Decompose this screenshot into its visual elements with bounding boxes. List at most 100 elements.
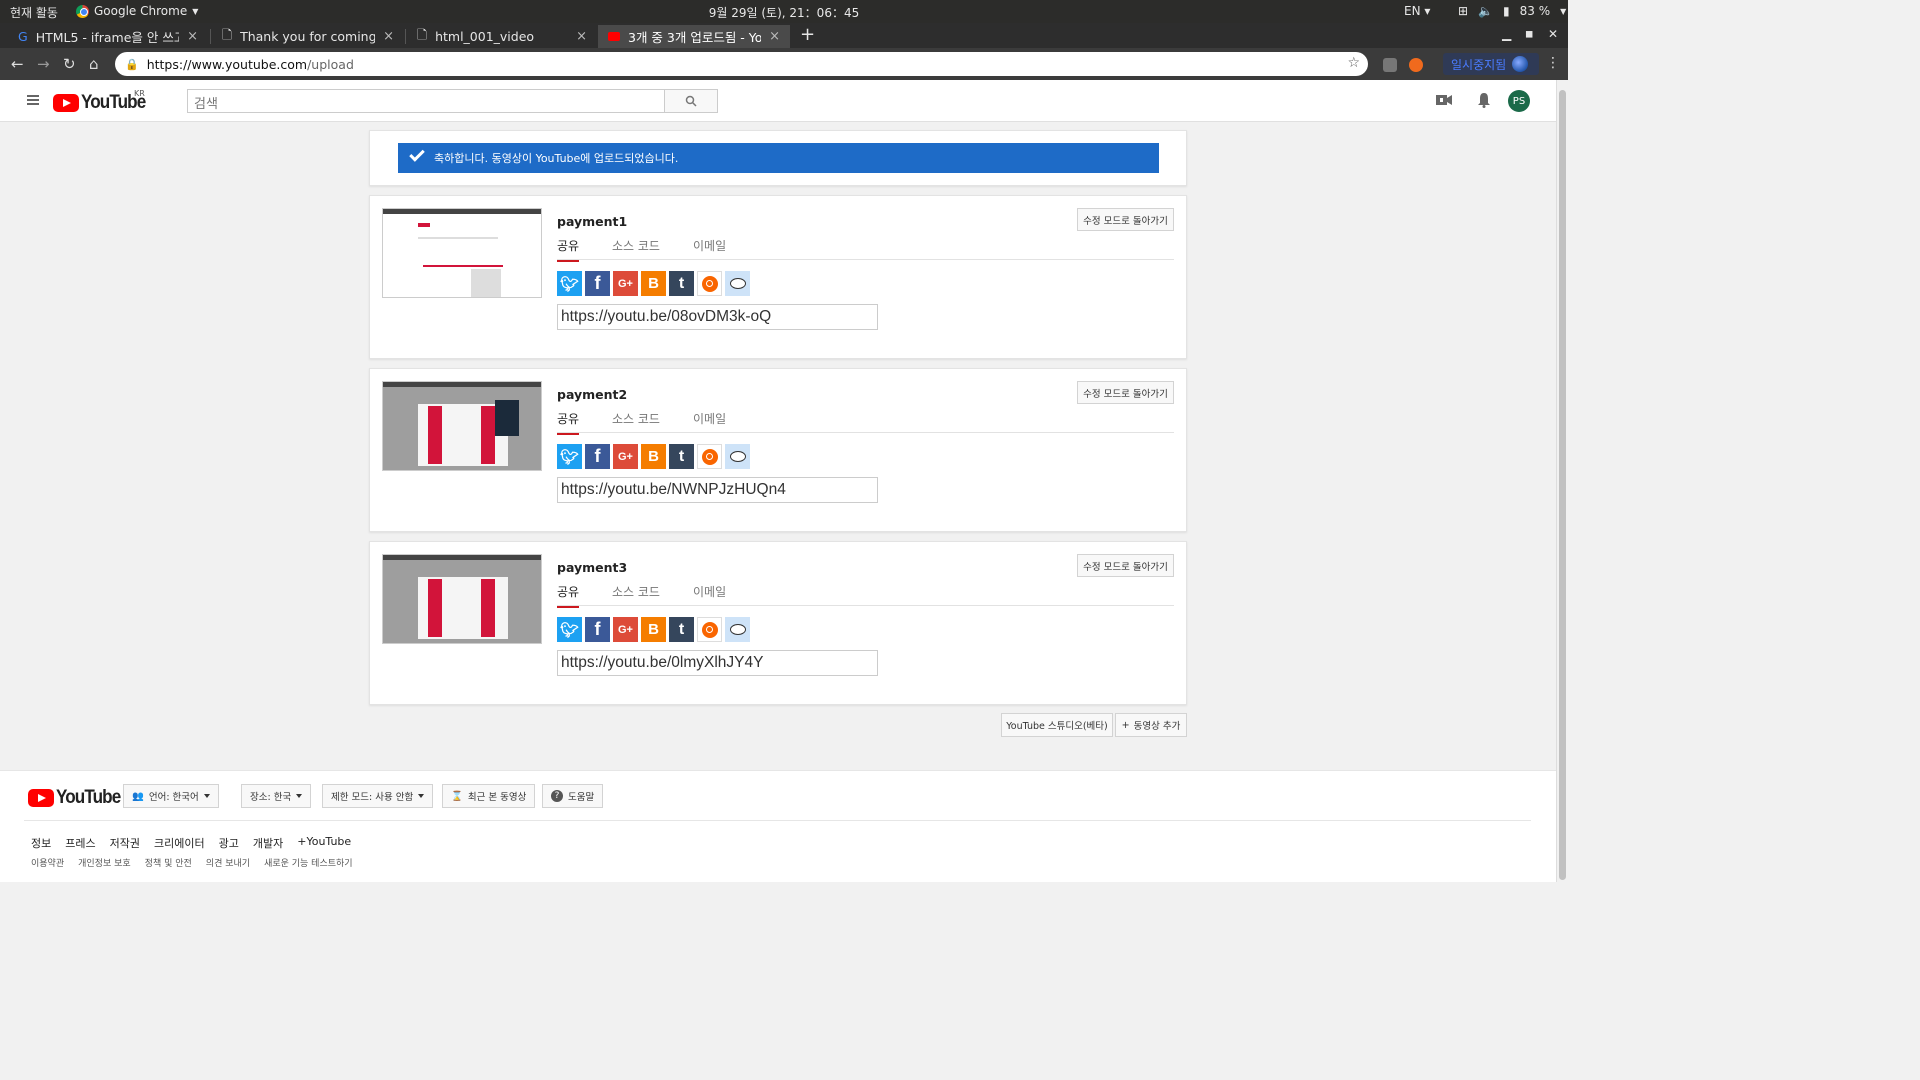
- system-tray[interactable]: ⊞ 🔈 ▮ 83 % ▼: [1458, 4, 1566, 18]
- help-button[interactable]: ? 도움말: [542, 784, 604, 808]
- new-tab-button[interactable]: +: [800, 24, 815, 45]
- restricted-mode-button[interactable]: 제한 모드: 사용 안함: [322, 784, 434, 808]
- extension-icon[interactable]: [1409, 58, 1423, 72]
- odnoklassniki-icon[interactable]: [697, 617, 722, 642]
- tab-embed[interactable]: 소스 코드: [612, 410, 660, 427]
- footer-link[interactable]: 프레스: [65, 835, 95, 851]
- search-input[interactable]: 검색: [187, 89, 665, 113]
- notifications-bell-icon[interactable]: [1477, 92, 1491, 108]
- hourglass-icon: ⌛: [451, 790, 463, 802]
- reload-button[interactable]: ↻: [63, 55, 76, 73]
- facebook-icon[interactable]: f: [585, 271, 610, 296]
- upload-video-icon[interactable]: [1436, 94, 1452, 106]
- extension-icon[interactable]: [1383, 58, 1397, 72]
- forward-button[interactable]: →: [37, 55, 50, 73]
- close-icon[interactable]: ×: [383, 29, 394, 44]
- address-bar[interactable]: 🔒 https://www.youtube.com/upload ☆: [115, 52, 1368, 76]
- facebook-icon[interactable]: f: [585, 444, 610, 469]
- back-to-edit-button[interactable]: 수정 모드로 돌아가기: [1077, 554, 1174, 577]
- browser-tab[interactable]: 🗋 Thank you for coming ×: [212, 25, 404, 48]
- twitter-icon[interactable]: 🐦︎: [557, 617, 582, 642]
- tab-embed[interactable]: 소스 코드: [612, 583, 660, 600]
- odnoklassniki-icon[interactable]: [697, 444, 722, 469]
- facebook-icon[interactable]: f: [585, 617, 610, 642]
- footer-link[interactable]: 이용약관: [31, 856, 64, 869]
- minimize-button[interactable]: ▁: [1502, 27, 1511, 41]
- home-button[interactable]: ⌂: [89, 55, 99, 73]
- footer-youtube-logo[interactable]: YouTube: [28, 787, 127, 809]
- location-picker-button[interactable]: 장소: 한국: [241, 784, 312, 808]
- share-url-field[interactable]: https://youtu.be/08ovDM3k-oQ: [557, 304, 878, 330]
- back-button[interactable]: ←: [11, 55, 24, 73]
- browser-tab[interactable]: G HTML5 - iframe을 안 쓰고 C ×: [8, 25, 208, 48]
- tab-embed[interactable]: 소스 코드: [612, 237, 660, 254]
- add-video-button[interactable]: + 동영상 추가: [1115, 713, 1187, 737]
- tumblr-icon[interactable]: t: [669, 617, 694, 642]
- footer-link[interactable]: 개인정보 보호: [78, 856, 131, 869]
- odnoklassniki-icon[interactable]: [697, 271, 722, 296]
- clock[interactable]: 9월 29일 (토), 21：06：45: [709, 6, 859, 20]
- twitter-icon[interactable]: 🐦︎: [557, 271, 582, 296]
- volume-icon: 🔈: [1478, 4, 1494, 18]
- video-thumbnail[interactable]: [382, 208, 542, 298]
- tab-share[interactable]: 공유: [557, 237, 580, 262]
- footer-link[interactable]: 의견 보내기: [206, 856, 250, 869]
- activities-button[interactable]: 현재 활동: [10, 4, 58, 21]
- footer-link[interactable]: 정책 및 안전: [145, 856, 192, 869]
- twitter-icon[interactable]: 🐦︎: [557, 444, 582, 469]
- page-scrollbar[interactable]: [1556, 80, 1568, 882]
- share-tabs: 공유 소스 코드 이메일: [557, 236, 1174, 262]
- youtube-studio-button[interactable]: YouTube 스튜디오(베타): [1001, 713, 1113, 737]
- window-close-button[interactable]: ✕: [1548, 27, 1558, 41]
- maximize-button[interactable]: ◼: [1525, 29, 1533, 40]
- video-thumbnail[interactable]: [382, 381, 542, 471]
- tab-share[interactable]: 공유: [557, 410, 580, 435]
- browser-tab[interactable]: 🗋 html_001_video ×: [407, 25, 597, 48]
- history-button[interactable]: ⌛ 최근 본 동영상: [442, 784, 536, 808]
- blogger-icon[interactable]: B: [641, 617, 666, 642]
- footer-link[interactable]: 저작권: [110, 835, 140, 851]
- reddit-icon[interactable]: [725, 444, 750, 469]
- profile-avatar-icon: [1512, 56, 1529, 72]
- app-menu[interactable]: Google Chrome ▼: [76, 4, 198, 18]
- footer-link[interactable]: 새로운 기능 테스트하기: [264, 856, 353, 869]
- close-icon[interactable]: ×: [769, 29, 780, 44]
- language-indicator[interactable]: EN ▾: [1404, 4, 1430, 18]
- search-button[interactable]: [664, 89, 718, 113]
- browser-tab-active[interactable]: 3개 중 3개 업로드됨 - YouTu ×: [598, 25, 790, 48]
- reddit-icon[interactable]: [725, 617, 750, 642]
- footer-link[interactable]: 개발자: [253, 835, 283, 851]
- bookmark-star-icon[interactable]: ☆: [1347, 55, 1360, 71]
- tab-email[interactable]: 이메일: [693, 237, 726, 254]
- tumblr-icon[interactable]: t: [669, 444, 694, 469]
- google-plus-icon[interactable]: G+: [613, 444, 638, 469]
- google-plus-icon[interactable]: G+: [613, 617, 638, 642]
- tab-share[interactable]: 공유: [557, 583, 580, 608]
- tab-email[interactable]: 이메일: [693, 583, 726, 600]
- back-to-edit-button[interactable]: 수정 모드로 돌아가기: [1077, 381, 1174, 404]
- menu-icon[interactable]: ⋮: [1546, 55, 1560, 71]
- avatar[interactable]: PS: [1508, 90, 1530, 112]
- footer-link[interactable]: 광고: [219, 835, 239, 851]
- language-picker-button[interactable]: 👥 언어: 한국어: [123, 784, 219, 808]
- google-plus-icon[interactable]: G+: [613, 271, 638, 296]
- close-icon[interactable]: ×: [187, 29, 198, 44]
- footer-link[interactable]: +YouTube: [297, 835, 351, 851]
- close-icon[interactable]: ×: [576, 29, 587, 44]
- share-url-field[interactable]: https://youtu.be/NWNPJzHUQn4: [557, 477, 878, 503]
- blogger-icon[interactable]: B: [641, 271, 666, 296]
- tab-email[interactable]: 이메일: [693, 410, 726, 427]
- tumblr-icon[interactable]: t: [669, 271, 694, 296]
- hamburger-menu-icon[interactable]: [27, 95, 39, 105]
- video-thumbnail[interactable]: [382, 554, 542, 644]
- profile-button[interactable]: 일시중지됨: [1443, 53, 1539, 75]
- blogger-icon[interactable]: B: [641, 444, 666, 469]
- reddit-icon[interactable]: [725, 271, 750, 296]
- share-tabs: 공유 소스 코드 이메일: [557, 409, 1174, 435]
- share-url-field[interactable]: https://youtu.be/0lmyXlhJY4Y: [557, 650, 878, 676]
- footer-link[interactable]: 크리에이터: [154, 835, 205, 851]
- footer-primary-links: 정보 프레스 저작권 크리에이터 광고 개발자 +YouTube: [31, 835, 351, 851]
- footer-link[interactable]: 정보: [31, 835, 51, 851]
- back-to-edit-button[interactable]: 수정 모드로 돌아가기: [1077, 208, 1174, 231]
- scrollbar-thumb[interactable]: [1559, 90, 1566, 880]
